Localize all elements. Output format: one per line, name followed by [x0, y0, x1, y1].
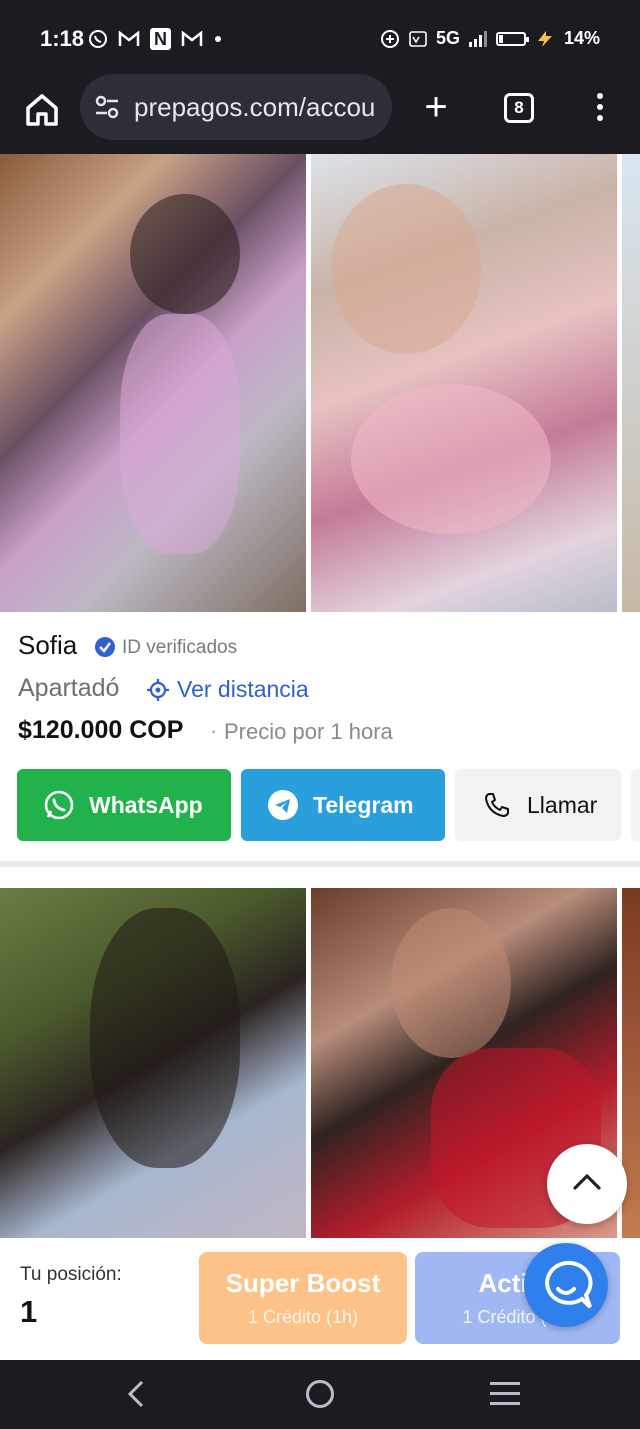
overflow-menu-icon[interactable] — [586, 88, 614, 128]
site-settings-icon[interactable] — [94, 94, 120, 120]
chevron-up-icon — [573, 1174, 601, 1190]
battery-percent: 14% — [563, 28, 600, 48]
new-tab-icon[interactable]: + — [416, 87, 456, 128]
verified-badge-icon — [95, 637, 115, 657]
charging-icon — [537, 30, 552, 47]
call-label: Llamar — [527, 791, 598, 818]
listing-divider — [0, 861, 640, 867]
super-boost-subtitle: 1 Crédito (1h) — [247, 1307, 359, 1327]
whatsapp-button[interactable]: WhatsApp — [17, 769, 231, 841]
whatsapp-label: WhatsApp — [89, 791, 203, 818]
price-separator: · — [210, 718, 218, 743]
super-boost-title: Super Boost — [225, 1268, 381, 1298]
recents-icon[interactable] — [490, 1382, 520, 1412]
whatsapp-icon — [44, 790, 74, 820]
battery-icon — [495, 31, 529, 46]
verified-label: ID verificados — [122, 637, 238, 658]
url-text[interactable]: prepagos.com/accou — [134, 92, 384, 123]
listing-photo[interactable] — [311, 154, 617, 612]
listing-price: $120.000 COP — [18, 716, 184, 744]
position-value: 1 — [20, 1294, 38, 1329]
back-icon[interactable] — [124, 1378, 148, 1410]
listing-photo[interactable] — [622, 154, 640, 612]
notification-icons: N — [88, 28, 223, 50]
listing-name[interactable]: Sofia — [18, 630, 77, 661]
telegram-icon — [268, 790, 298, 820]
browser-toolbar: prepagos.com/accou + 8 — [0, 74, 640, 154]
listing-photo[interactable] — [0, 154, 306, 612]
home-icon[interactable] — [22, 90, 62, 130]
scroll-to-top-button[interactable] — [547, 1144, 627, 1224]
status-right: 5G 14% — [380, 28, 600, 49]
whatsapp-icon — [89, 30, 107, 48]
price-note: Precio por 1 hora — [224, 719, 393, 744]
chat-widget-button[interactable] — [524, 1243, 608, 1327]
call-button[interactable]: Llamar — [455, 769, 621, 841]
status-time: 1:18 — [40, 26, 85, 51]
listing-city: Apartadó — [18, 674, 120, 702]
view-distance-link[interactable]: Ver distancia — [177, 676, 309, 703]
telegram-label: Telegram — [313, 791, 414, 818]
tab-switcher-button[interactable]: 8 — [504, 93, 534, 123]
address-bar[interactable]: prepagos.com/accou — [80, 74, 392, 140]
dot-icon — [215, 36, 221, 42]
status-bar: 1:18 N 5G 14% — [0, 0, 640, 74]
signal-icon — [468, 30, 487, 47]
home-nav-icon[interactable] — [306, 1380, 334, 1408]
news-icon: N — [150, 28, 171, 50]
phone-icon — [485, 793, 509, 817]
chat-icon — [545, 1260, 593, 1309]
network-type: 5G — [435, 28, 460, 48]
location-target-icon[interactable] — [146, 678, 170, 702]
gmail-icon — [181, 30, 203, 46]
position-label: Tu posición: — [20, 1264, 122, 1285]
gmail-icon — [118, 30, 140, 46]
listing-photo[interactable] — [0, 888, 306, 1238]
add-circle-icon — [380, 29, 399, 48]
system-nav-bar — [0, 1360, 640, 1429]
super-boost-button[interactable]: Super Boost 1 Crédito (1h) — [199, 1252, 407, 1344]
more-contact-button[interactable] — [631, 769, 640, 841]
volte-icon — [409, 30, 427, 47]
telegram-button[interactable]: Telegram — [241, 769, 445, 841]
